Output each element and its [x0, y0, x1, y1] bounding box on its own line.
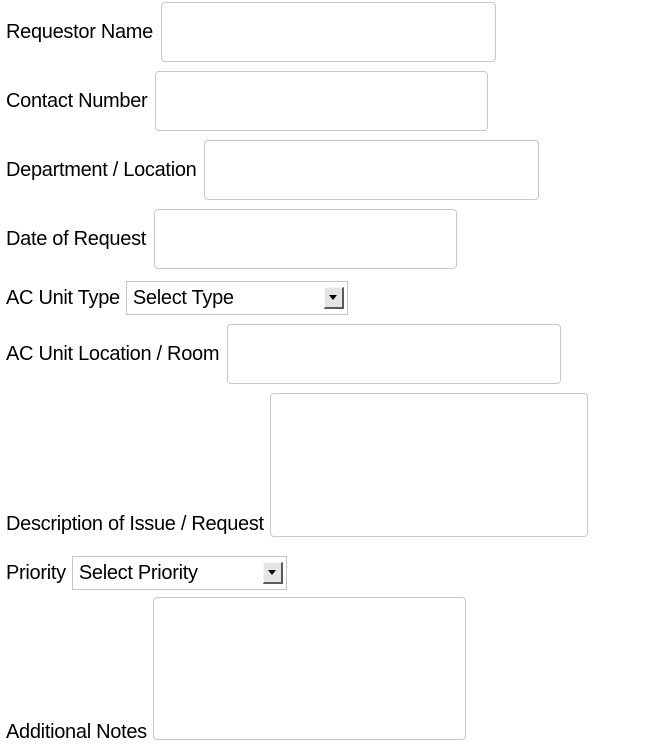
- ac-unit-location-input[interactable]: [227, 324, 562, 384]
- date-of-request-row: Date of Request: [6, 209, 458, 269]
- priority-selected: Select Priority: [78, 562, 198, 584]
- priority-row: Priority Select Priority: [6, 556, 287, 590]
- ac-unit-location-row: AC Unit Location / Room: [6, 324, 562, 384]
- description-textarea[interactable]: [269, 393, 588, 537]
- chevron-down-icon[interactable]: [323, 287, 344, 309]
- priority-select[interactable]: Select Priority: [71, 556, 287, 590]
- additional-notes-row: Additional Notes: [6, 597, 466, 743]
- description-label: Description of Issue / Request: [6, 513, 264, 535]
- requestor-name-input[interactable]: [160, 2, 496, 62]
- requestor-name-row: Requestor Name: [6, 2, 496, 62]
- description-row: Description of Issue / Request: [6, 393, 588, 537]
- department-location-input[interactable]: [204, 140, 540, 200]
- ac-unit-type-selected: Select Type: [132, 287, 234, 309]
- additional-notes-textarea[interactable]: [152, 597, 466, 740]
- contact-number-row: Contact Number: [6, 71, 489, 131]
- date-of-request-label: Date of Request: [6, 228, 147, 250]
- ac-unit-type-select[interactable]: Select Type: [125, 281, 348, 315]
- ac-unit-location-label: AC Unit Location / Room: [6, 343, 220, 365]
- priority-label: Priority: [6, 562, 66, 584]
- department-location-row: Department / Location: [6, 140, 540, 200]
- contact-number-label: Contact Number: [6, 90, 148, 112]
- date-of-request-input[interactable]: [154, 209, 458, 269]
- ac-unit-type-row: AC Unit Type Select Type: [6, 281, 348, 315]
- ac-unit-type-label: AC Unit Type: [6, 287, 120, 309]
- chevron-down-icon[interactable]: [262, 562, 283, 584]
- contact-number-input[interactable]: [155, 71, 489, 131]
- requestor-name-label: Requestor Name: [6, 21, 153, 43]
- department-location-label: Department / Location: [6, 159, 197, 181]
- additional-notes-label: Additional Notes: [6, 721, 147, 743]
